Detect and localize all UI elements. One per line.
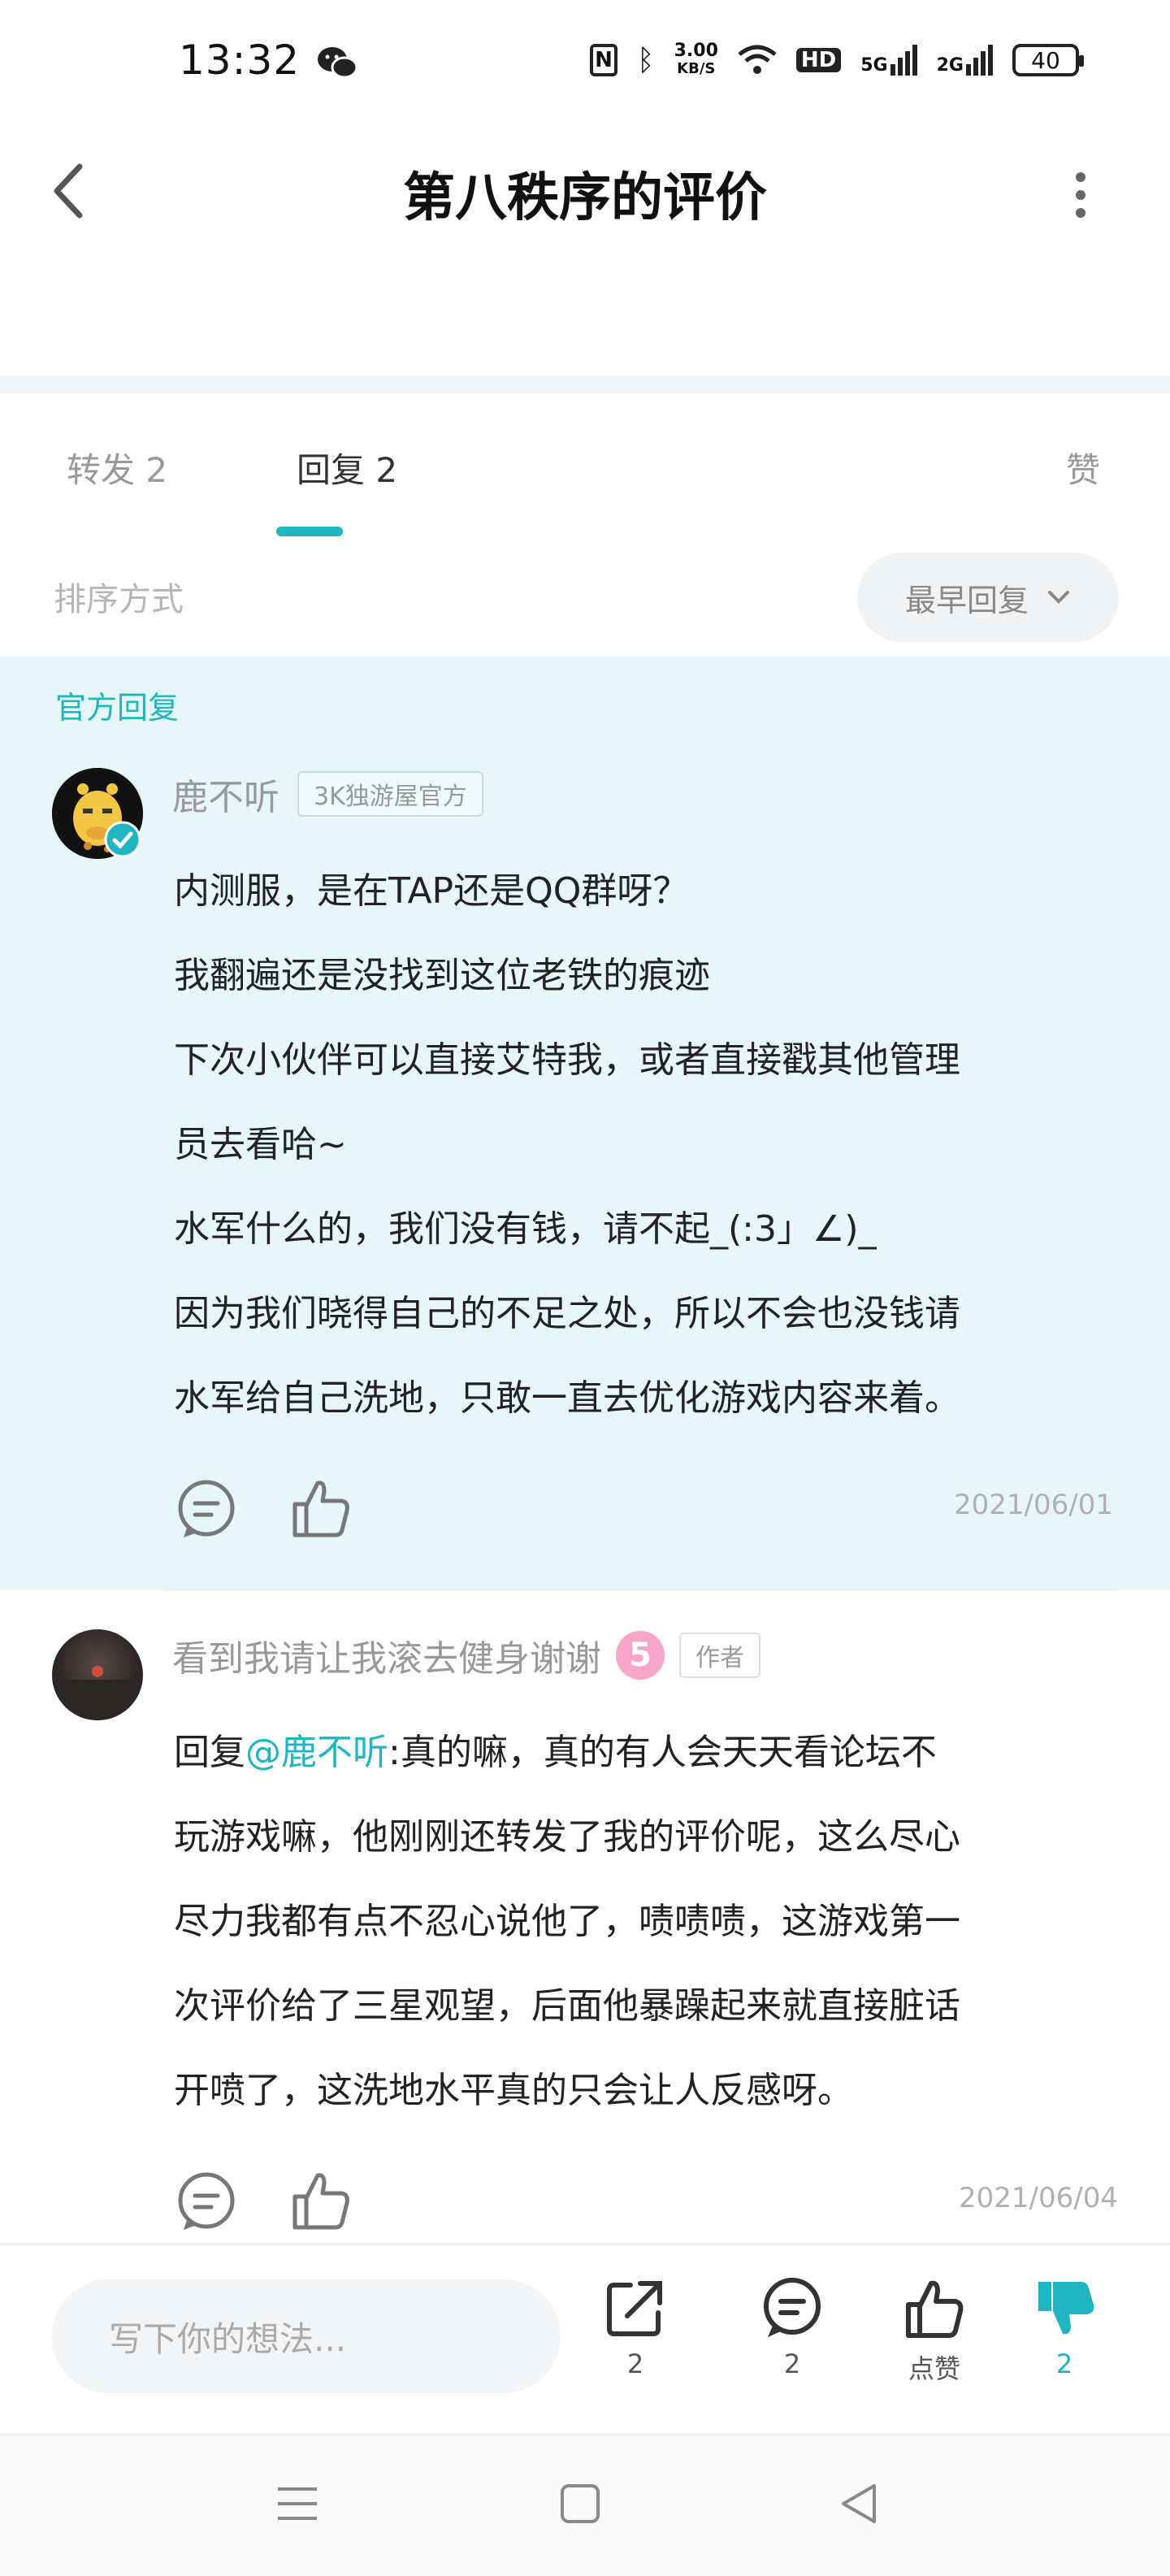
author-name[interactable]: 鹿不听: [172, 768, 280, 820]
author-name[interactable]: 看到我请让我滚去健身谢谢: [172, 1629, 601, 1681]
home-icon[interactable]: [557, 2481, 603, 2526]
reply-line: 尽力我都有点不忍心说他了，啧啧啧，这游戏第一: [174, 1901, 960, 1942]
reply-line: 我翻遍还是没找到这位老铁的痕迹: [174, 955, 710, 996]
dislike-button[interactable]: 2: [1016, 2275, 1113, 2379]
reply-line-rest: :真的嘛，真的有人会天天看论坛不: [388, 1732, 937, 1773]
thumbs-up-icon[interactable]: [288, 1475, 353, 1540]
reply-line: 因为我们晓得自己的不足之处，所以不会也没钱请: [174, 1293, 960, 1334]
reply-line: 员去看哈~: [174, 1124, 347, 1165]
comment-divider: [167, 1589, 1117, 1591]
signal-5g-icon: 5G: [860, 45, 917, 76]
tab-like[interactable]: 赞: [1066, 443, 1100, 492]
tab-forward[interactable]: 转发 2: [67, 443, 167, 492]
status-time: 13:32: [179, 37, 301, 84]
reply-line: 次评价给了三星观望，后面他暴躁起来就直接脏话: [174, 1985, 960, 2027]
level-badge: 5: [616, 1631, 665, 1680]
nfc-icon: N: [590, 44, 618, 76]
like-button[interactable]: 点赞: [886, 2275, 983, 2386]
wifi-icon: [738, 45, 777, 74]
like-label: 点赞: [908, 2353, 960, 2384]
official-reply-body: 内测服，是在TAP还是QQ群呀？ 我翻遍还是没找到这位老铁的痕迹 下次小伙伴可以…: [174, 849, 1124, 1441]
dislike-count: 2: [1055, 2348, 1073, 2379]
reply-line: 水军给自己洗地，只敢一直去优化游戏内容来着。: [174, 1377, 960, 1419]
sort-dropdown[interactable]: 最早回复: [857, 553, 1119, 642]
more-vertical-icon: [1076, 172, 1086, 218]
back-triangle-icon[interactable]: [837, 2481, 882, 2526]
reply-line: 水军什么的，我们没有钱，请不起_(:3」∠)_: [174, 1208, 877, 1250]
reply-line: 玩游戏嘛，他刚刚还转发了我的评价呢，这么尽心: [174, 1816, 960, 1858]
comment-icon[interactable]: [174, 1477, 239, 1542]
wechat-icon: [318, 47, 358, 79]
reply-prefix: 回复: [174, 1732, 245, 1773]
thumbs-up-icon: [906, 2280, 964, 2338]
comment-count: 2: [783, 2348, 801, 2379]
active-tab-indicator: [276, 527, 343, 536]
author-tag: 作者: [679, 1633, 760, 1678]
page-title: 第八秩序的评价: [403, 167, 767, 228]
comment-icon: [764, 2278, 821, 2337]
reply-line: 回复@鹿不听:真的嘛，真的有人会天天看论坛不: [174, 1711, 1124, 1795]
reply-date: 2021/06/04: [959, 2182, 1118, 2214]
official-reply-tag: 官方回复: [55, 690, 180, 726]
author-row: 看到我请让我滚去健身谢谢 5 作者: [172, 1629, 760, 1681]
comment-button[interactable]: 2: [743, 2275, 841, 2379]
sort-label: 排序方式: [54, 581, 184, 618]
status-bar: 13:32 N ᛒ 3.00 KB/S HD 5G 2G 40: [0, 0, 1170, 122]
thumbs-down-icon: [1038, 2282, 1094, 2335]
mention-link[interactable]: @鹿不听: [245, 1732, 388, 1773]
system-nav-bar: [0, 2434, 1170, 2576]
author-row: 鹿不听 3K独游屋官方: [172, 768, 483, 820]
network-speed: 3.00 KB/S: [674, 41, 718, 78]
reply-line: 下次小伙伴可以直接艾特我，或者直接戳其他管理: [174, 1039, 960, 1081]
comment-input[interactable]: 写下你的想法...: [52, 2279, 561, 2393]
reply-body: 回复@鹿不听:真的嘛，真的有人会天天看论坛不 玩游戏嘛，他刚刚还转发了我的评价呢…: [174, 1711, 1124, 2133]
share-button[interactable]: 2: [587, 2275, 684, 2379]
thumbs-up-icon[interactable]: [288, 2167, 353, 2232]
reply-date: 2021/06/01: [954, 1489, 1113, 1521]
battery-icon: 40: [1012, 44, 1084, 76]
reply-line: 内测服，是在TAP还是QQ群呀？: [174, 870, 689, 912]
section-divider: [0, 375, 1170, 393]
more-button[interactable]: [1056, 163, 1105, 228]
menu-icon[interactable]: [275, 2481, 320, 2526]
share-count: 2: [626, 2348, 644, 2379]
official-badge: 3K独游屋官方: [297, 771, 483, 817]
chevron-down-icon: [1048, 591, 1069, 604]
hd-icon: HD: [795, 48, 842, 72]
sunset-avatar-icon: [52, 1629, 143, 1720]
comment-icon[interactable]: [174, 2170, 239, 2235]
bluetooth-icon: ᛒ: [637, 43, 655, 77]
avatar[interactable]: [52, 1629, 143, 1720]
sort-selected: 最早回复: [904, 582, 1029, 618]
reply-line: 开喷了，这洗地水平真的只会让人反感呀。: [174, 2070, 853, 2111]
verified-badge-icon: [104, 821, 141, 858]
signal-2g-icon: 2G: [937, 45, 993, 76]
tab-reply[interactable]: 回复 2: [297, 443, 397, 492]
status-icons: N ᛒ 3.00 KB/S HD 5G 2G 40: [590, 41, 1084, 78]
share-icon: [607, 2281, 662, 2336]
